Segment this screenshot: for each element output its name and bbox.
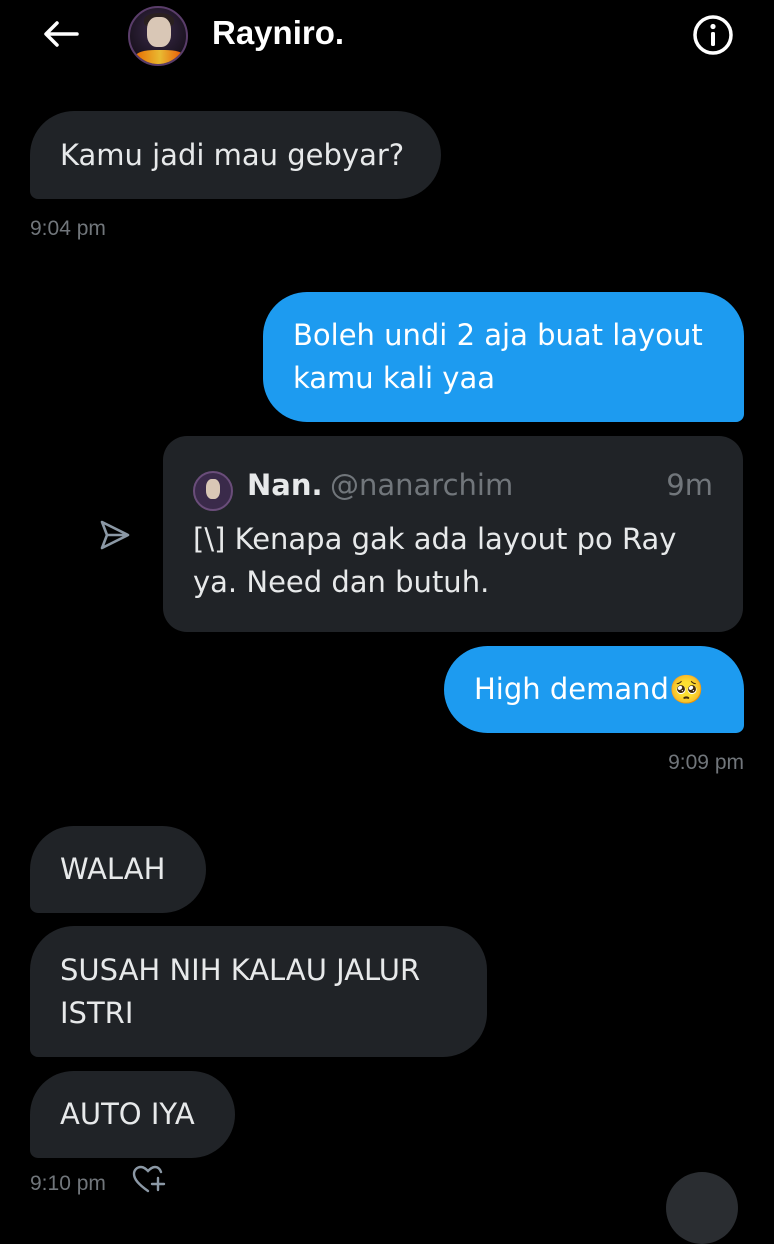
quoted-post-author-name: Nan. bbox=[247, 468, 323, 502]
back-button[interactable] bbox=[38, 14, 84, 54]
message-bubble-incoming[interactable]: SUSAH NIH KALAU JALUR ISTRI bbox=[30, 926, 487, 1057]
quoted-post-time: 9m bbox=[666, 468, 713, 502]
arrow-left-icon bbox=[44, 21, 79, 47]
quoted-post-text-line1: [\] Kenapa gak ada layout po Ray bbox=[193, 522, 677, 556]
message-text: AUTO IYA bbox=[60, 1097, 195, 1131]
message-text-line1: SUSAH NIH KALAU JALUR bbox=[60, 952, 421, 987]
avatar[interactable] bbox=[128, 6, 188, 66]
message-text: High demand bbox=[474, 672, 669, 706]
message-text-line2: ISTRI bbox=[60, 995, 134, 1030]
quoted-post-text-line2: ya. Need dan butuh. bbox=[193, 565, 490, 599]
message-text: Kamu jadi mau gebyar? bbox=[60, 137, 405, 172]
message-timestamp: 9:04 pm bbox=[30, 217, 106, 240]
message-bubble-outgoing[interactable]: High demand 🥺 bbox=[444, 646, 744, 733]
quoted-post-handle: @nanarchim bbox=[330, 468, 514, 502]
message-bubble-incoming[interactable]: AUTO IYA bbox=[30, 1071, 235, 1158]
add-reaction-button[interactable] bbox=[132, 1165, 166, 1195]
quoted-post-avatar bbox=[193, 471, 233, 511]
quoted-post-card[interactable]: Nan. @nanarchim 9m [\] Kenapa gak ada la… bbox=[163, 436, 743, 632]
share-button[interactable] bbox=[98, 518, 132, 552]
conversation-title[interactable]: Rayniro. bbox=[212, 14, 344, 52]
message-timestamp: 9:09 pm bbox=[668, 751, 744, 774]
info-button[interactable] bbox=[690, 12, 736, 58]
message-text-line2: kamu kali yaa bbox=[293, 361, 495, 395]
floating-action-button[interactable] bbox=[666, 1172, 738, 1244]
message-bubble-outgoing[interactable]: Boleh undi 2 aja buat layout kamu kali y… bbox=[263, 292, 744, 422]
message-text-line1: Boleh undi 2 aja buat layout bbox=[293, 318, 703, 352]
pleading-face-emoji: 🥺 bbox=[668, 673, 704, 706]
message-timestamp: 9:10 pm bbox=[30, 1172, 106, 1195]
info-icon bbox=[693, 15, 733, 55]
quoted-post-text: [\] Kenapa gak ada layout po Ray ya. Nee… bbox=[193, 518, 723, 604]
send-icon bbox=[100, 520, 130, 550]
message-text: WALAH bbox=[60, 852, 166, 886]
message-bubble-incoming[interactable]: WALAH bbox=[30, 826, 206, 913]
message-bubble-incoming[interactable]: Kamu jadi mau gebyar? bbox=[30, 111, 441, 199]
heart-plus-icon bbox=[132, 1165, 166, 1193]
